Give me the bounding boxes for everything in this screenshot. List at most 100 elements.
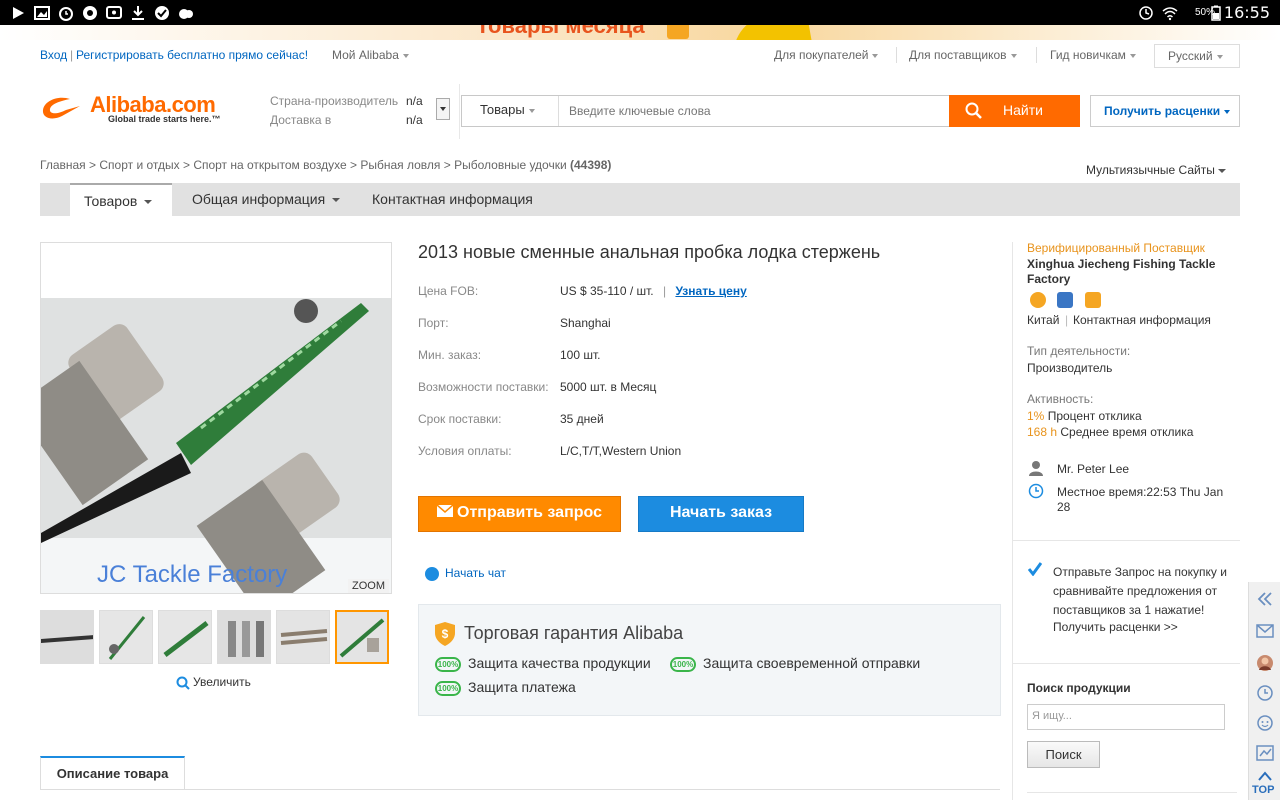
get-price-link[interactable]: Узнать цену xyxy=(675,284,746,298)
tab-company-info-label: Общая информация xyxy=(192,191,326,207)
search-bar: Товары Найти xyxy=(461,95,1080,127)
multilang-sites-menu[interactable]: Мультиязычные Сайты xyxy=(1086,163,1226,177)
mail-icon[interactable] xyxy=(1256,622,1274,640)
clock: 16:55 xyxy=(1223,3,1270,22)
trade-assurance-icon[interactable] xyxy=(1084,292,1101,308)
onsite-check-icon[interactable] xyxy=(1057,292,1074,308)
back-to-top-label[interactable]: TOP xyxy=(1252,784,1274,796)
get-quotes-button[interactable]: Получить расценки xyxy=(1090,95,1240,127)
for-suppliers-menu[interactable]: Для поставщиков xyxy=(909,48,1017,62)
my-alibaba-menu[interactable]: Мой Alibaba xyxy=(332,48,409,62)
alibaba-logo[interactable]: Alibaba.com Global trade starts here.™ xyxy=(40,92,230,132)
search-category-select[interactable]: Товары xyxy=(462,96,559,126)
product-thumbnail[interactable] xyxy=(40,610,94,664)
start-order-button[interactable]: Начать заказ xyxy=(638,496,804,532)
supplier-badges xyxy=(1030,292,1101,308)
search-input[interactable] xyxy=(559,96,949,126)
field-value-supply: 5000 шт. в Месяц xyxy=(560,380,657,394)
language-selector[interactable]: Русский xyxy=(1154,44,1240,68)
response-rate-label: Процент отклика xyxy=(1047,409,1142,423)
thumbnail-photo xyxy=(159,611,211,663)
start-chat-label: Начать чат xyxy=(445,566,506,580)
product-image[interactable]: JC Tackle Factory ZOOM xyxy=(40,242,392,594)
for-suppliers-label: Для поставщиков xyxy=(909,48,1007,62)
arrow-up-icon[interactable] xyxy=(1256,770,1274,782)
breadcrumb-fishing[interactable]: Рыбная ловля xyxy=(360,158,440,172)
price-divider: | xyxy=(662,284,667,298)
thumbnail-photo xyxy=(277,611,329,663)
business-type-label: Тип деятельности: xyxy=(1027,344,1131,358)
tab-contacts-label: Контактная информация xyxy=(372,191,533,207)
register-link[interactable]: Регистрировать бесплатно прямо сейчас! xyxy=(76,48,308,62)
floating-toolbar: TOP xyxy=(1248,582,1280,800)
search-category-label: Товары xyxy=(480,102,525,117)
start-order-label: Начать заказ xyxy=(669,504,773,521)
fishing-rod-photo xyxy=(41,243,391,593)
search-button[interactable]: Найти xyxy=(949,95,1080,127)
promo-banner[interactable]: Товары месяца xyxy=(0,25,1280,40)
login-link[interactable]: Вход xyxy=(40,48,67,62)
gold-supplier-icon[interactable] xyxy=(1030,292,1046,308)
product-description-label: Описание товара xyxy=(56,766,169,781)
feedback-icon[interactable] xyxy=(1256,744,1274,762)
collapse-arrows-icon[interactable] xyxy=(1256,590,1274,608)
start-chat-link[interactable]: Начать чат xyxy=(425,566,506,581)
response-time: 168 h Среднее время отклика xyxy=(1027,425,1193,439)
origin-destination-selector[interactable]: Страна-производитель n/a Доставка в n/a xyxy=(260,84,460,139)
for-buyers-menu[interactable]: Для покупателей xyxy=(774,48,879,62)
send-inquiry-button[interactable]: Отправить запрос xyxy=(418,496,621,532)
breadcrumb-fishing-rods[interactable]: Рыболовные удочки xyxy=(454,158,567,172)
chevron-down-icon xyxy=(872,53,879,58)
trade-assurance-shield-icon: $ xyxy=(435,622,455,646)
product-thumbnail-selected[interactable] xyxy=(335,610,389,664)
trade-assurance-item: 100% Защита своевременной отправки xyxy=(670,655,920,672)
origin-dropdown-button[interactable] xyxy=(436,98,450,120)
ship-to-value: n/a xyxy=(406,113,423,127)
chevron-down-icon xyxy=(1010,53,1017,58)
product-thumbnail[interactable] xyxy=(99,610,153,664)
product-search-button[interactable]: Поиск xyxy=(1027,741,1100,768)
product-search-button-label: Поиск xyxy=(1045,747,1082,762)
get-quotes-label: Получить расценки xyxy=(1104,104,1221,118)
avatar-icon[interactable] xyxy=(1256,654,1274,672)
smiley-icon[interactable] xyxy=(1256,714,1274,732)
product-thumbnail[interactable] xyxy=(217,610,271,664)
field-value-price: US $ 35-110 / шт. | Узнать цену xyxy=(560,284,747,298)
tab-products[interactable]: Товаров xyxy=(70,183,172,216)
trade-assurance-item-label: Защита платежа xyxy=(468,679,576,695)
field-value-port: Shanghai xyxy=(560,316,611,330)
rfq-get-quotes-link[interactable]: Получить расценки >> xyxy=(1053,620,1178,634)
play-icon xyxy=(10,5,26,21)
history-icon[interactable] xyxy=(1256,684,1274,702)
tab-product-description[interactable]: Описание товара xyxy=(40,756,185,790)
contact-person-link[interactable]: Mr. Peter Lee xyxy=(1057,462,1129,476)
enlarge-link[interactable]: Увеличить xyxy=(176,675,251,690)
breadcrumb-outdoor[interactable]: Спорт на открытом воздухе xyxy=(193,158,346,172)
product-title: 2013 новые сменные анальная пробка лодка… xyxy=(418,242,881,262)
download-icon xyxy=(130,5,146,21)
envelope-icon xyxy=(436,504,454,518)
product-thumbnail[interactable] xyxy=(158,610,212,664)
divider xyxy=(1012,540,1240,541)
product-search-input[interactable]: Я ищу... xyxy=(1027,704,1225,730)
trade-assurance-item-label: Защита своевременной отправки xyxy=(703,655,921,671)
response-time-value: 168 h xyxy=(1027,425,1058,439)
guarantee-badge-icon: 100% xyxy=(670,656,696,672)
language-label: Русский xyxy=(1168,49,1213,63)
person-icon xyxy=(1029,461,1043,476)
supplier-name-link[interactable]: Xinghua Jiecheng Fishing Tackle Factory xyxy=(1027,257,1227,287)
beginner-guide-menu[interactable]: Гид новичкам xyxy=(1050,48,1136,62)
divider xyxy=(1027,792,1237,793)
breadcrumb-sports[interactable]: Спорт и отдых xyxy=(99,158,179,172)
local-time: Местное время:22:53 Thu Jan 28 xyxy=(1057,485,1224,514)
tab-company-info[interactable]: Общая информация xyxy=(192,183,341,216)
breadcrumb-home[interactable]: Главная xyxy=(40,158,86,172)
alibaba-logo-mark-icon xyxy=(42,97,80,119)
supplier-contact-link[interactable]: Контактная информация xyxy=(1073,313,1211,327)
tab-contacts[interactable]: Контактная информация xyxy=(372,183,533,216)
rfq-promo-text: Отправьте Запрос на покупку и сравнивайт… xyxy=(1053,565,1227,617)
nav-divider xyxy=(896,47,897,63)
product-thumbnail[interactable] xyxy=(276,610,330,664)
store-tab-bar: Товаров Общая информация Контактная инфо… xyxy=(40,183,1240,216)
thumbnail-photo xyxy=(41,611,93,663)
